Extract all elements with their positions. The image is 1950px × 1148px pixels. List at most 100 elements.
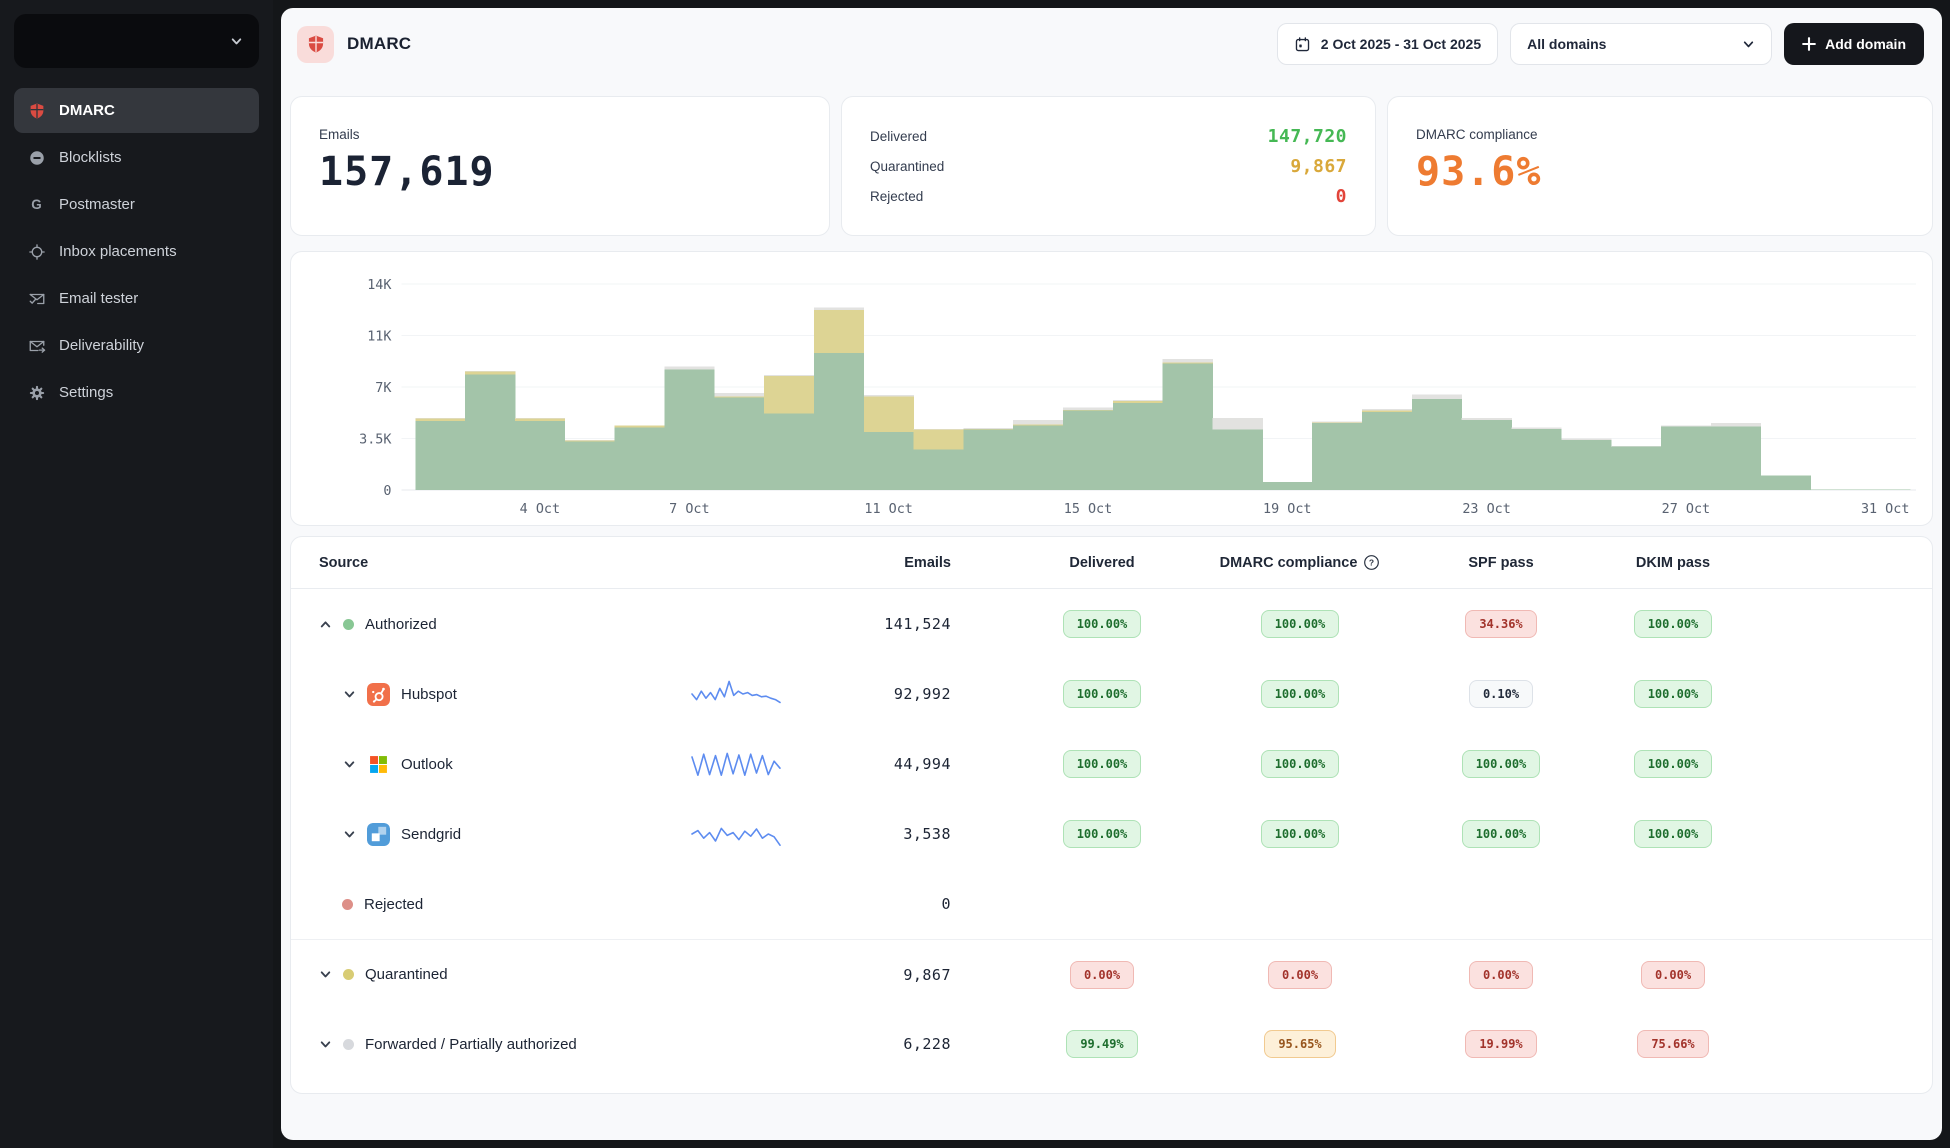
- bar-segment-delivered[interactable]: [914, 450, 964, 490]
- sidebar-item-dmarc[interactable]: DMARC: [14, 88, 259, 133]
- sidebar-item-settings[interactable]: Settings: [14, 370, 259, 415]
- bar-segment-other[interactable]: [515, 418, 565, 419]
- sidebar-item-inbox-placements[interactable]: Inbox placements: [14, 229, 259, 274]
- bar-segment-other[interactable]: [1412, 394, 1462, 398]
- bar-segment-quarantined[interactable]: [615, 426, 665, 428]
- bar-segment-other[interactable]: [1013, 420, 1063, 424]
- bar-segment-quarantined[interactable]: [1113, 401, 1163, 403]
- bar-segment-other[interactable]: [415, 418, 465, 419]
- bar-segment-other[interactable]: [864, 395, 914, 396]
- bar-segment-quarantined[interactable]: [864, 397, 914, 432]
- col-dkim-pass: DKIM pass: [1603, 555, 1743, 571]
- workspace-selector[interactable]: [14, 14, 259, 68]
- bar-segment-other[interactable]: [1661, 425, 1711, 426]
- domain-filter-select[interactable]: All domains: [1510, 23, 1772, 65]
- bar-segment-quarantined[interactable]: [1013, 425, 1063, 426]
- bar-segment-other[interactable]: [1611, 446, 1661, 447]
- bar-segment-other[interactable]: [914, 429, 964, 430]
- table-row-quarantined[interactable]: Quarantined 9,867 0.00% 0.00% 0.00% 0.00…: [291, 939, 1932, 1009]
- help-icon[interactable]: ?: [1363, 554, 1380, 571]
- stacked-bar-chart[interactable]: 03.5K7K11K14K4 Oct7 Oct11 Oct15 Oct19 Oc…: [291, 252, 1932, 524]
- shield-icon: [27, 101, 46, 120]
- bar-segment-other[interactable]: [1312, 422, 1362, 423]
- bar-segment-delivered[interactable]: [1262, 482, 1312, 490]
- bar-segment-other[interactable]: [963, 428, 1013, 429]
- bar-segment-other[interactable]: [1711, 423, 1761, 427]
- bar-segment-quarantined[interactable]: [1312, 422, 1362, 423]
- chevron-up-icon[interactable]: [319, 618, 332, 631]
- bar-segment-delivered[interactable]: [1163, 363, 1213, 490]
- bar-segment-other[interactable]: [1462, 418, 1512, 420]
- bar-segment-quarantined[interactable]: [814, 310, 864, 353]
- bar-segment-delivered[interactable]: [1362, 412, 1412, 490]
- bar-segment-quarantined[interactable]: [515, 419, 565, 421]
- bar-segment-other[interactable]: [1113, 400, 1163, 401]
- bar-segment-delivered[interactable]: [1611, 447, 1661, 490]
- bar-segment-other[interactable]: [1063, 408, 1113, 410]
- bar-segment-delivered[interactable]: [1512, 429, 1562, 490]
- bar-segment-delivered[interactable]: [415, 421, 465, 490]
- bar-segment-other[interactable]: [714, 393, 764, 397]
- table-row-forwarded[interactable]: Forwarded / Partially authorized 6,228 9…: [291, 1009, 1932, 1079]
- dmarc-badge: 0.00%: [1268, 961, 1332, 989]
- bar-segment-delivered[interactable]: [1213, 430, 1263, 490]
- table-row-sendgrid[interactable]: Sendgrid 3,538 100.00% 100.00% 100.00% 1…: [291, 799, 1932, 869]
- bar-segment-delivered[interactable]: [814, 353, 864, 490]
- chevron-down-icon[interactable]: [319, 968, 332, 981]
- chevron-down-icon[interactable]: [343, 688, 356, 701]
- bar-segment-delivered[interactable]: [515, 421, 565, 490]
- bar-segment-quarantined[interactable]: [914, 430, 964, 450]
- chevron-down-icon[interactable]: [319, 1038, 332, 1051]
- bar-segment-other[interactable]: [764, 375, 814, 376]
- add-domain-button[interactable]: Add domain: [1784, 23, 1924, 65]
- bar-segment-delivered[interactable]: [1462, 420, 1512, 490]
- bar-segment-quarantined[interactable]: [764, 376, 814, 414]
- bar-segment-other[interactable]: [1213, 418, 1263, 430]
- table-row-outlook[interactable]: Outlook 44,994 100.00% 100.00% 100.00% 1…: [291, 729, 1932, 799]
- chevron-down-icon[interactable]: [343, 758, 356, 771]
- table-row-rejected[interactable]: Rejected 0: [291, 869, 1932, 939]
- bar-segment-delivered[interactable]: [1810, 489, 1860, 490]
- bar-segment-delivered[interactable]: [1063, 411, 1113, 490]
- bar-segment-delivered[interactable]: [1312, 423, 1362, 490]
- table-row-authorized[interactable]: Authorized 141,524 100.00% 100.00% 34.36…: [291, 589, 1932, 659]
- bar-segment-delivered[interactable]: [1761, 475, 1811, 490]
- sidebar-item-blocklists[interactable]: Blocklists: [14, 135, 259, 180]
- bar-segment-delivered[interactable]: [1412, 399, 1462, 490]
- bar-segment-delivered[interactable]: [1661, 427, 1711, 490]
- bar-segment-other[interactable]: [664, 366, 714, 369]
- sidebar-item-email-tester[interactable]: Email tester: [14, 276, 259, 321]
- emails-chart[interactable]: 03.5K7K11K14K4 Oct7 Oct11 Oct15 Oct19 Oc…: [290, 251, 1933, 526]
- bar-segment-delivered[interactable]: [1113, 403, 1163, 490]
- bar-segment-other[interactable]: [814, 308, 864, 310]
- bar-segment-quarantined[interactable]: [1163, 363, 1213, 364]
- bar-segment-delivered[interactable]: [1561, 440, 1611, 490]
- bar-segment-delivered[interactable]: [764, 413, 814, 490]
- bar-segment-quarantined[interactable]: [415, 419, 465, 421]
- bar-segment-delivered[interactable]: [615, 427, 665, 490]
- bar-segment-quarantined[interactable]: [465, 372, 515, 375]
- bar-segment-quarantined[interactable]: [1063, 410, 1113, 411]
- bar-segment-quarantined[interactable]: [714, 397, 764, 398]
- bar-segment-other[interactable]: [1362, 409, 1412, 410]
- delivered-badge: 100.00%: [1063, 750, 1142, 778]
- chevron-down-icon[interactable]: [343, 828, 356, 841]
- sidebar-item-deliverability[interactable]: Deliverability: [14, 323, 259, 368]
- date-range-button[interactable]: 2 Oct 2025 - 31 Oct 2025: [1277, 23, 1498, 65]
- bar-segment-quarantined[interactable]: [565, 440, 615, 441]
- bar-segment-delivered[interactable]: [714, 397, 764, 490]
- bar-segment-quarantined[interactable]: [1362, 411, 1412, 412]
- bar-segment-other[interactable]: [1561, 439, 1611, 440]
- bar-segment-delivered[interactable]: [963, 430, 1013, 490]
- sidebar-item-postmaster[interactable]: G Postmaster: [14, 182, 259, 227]
- bar-segment-delivered[interactable]: [465, 374, 515, 490]
- table-row-hubspot[interactable]: Hubspot 92,992 100.00% 100.00% 0.10% 100…: [291, 659, 1932, 729]
- bar-segment-delivered[interactable]: [565, 441, 615, 490]
- bar-segment-delivered[interactable]: [864, 432, 914, 490]
- bar-segment-delivered[interactable]: [1711, 427, 1761, 490]
- bar-segment-other[interactable]: [465, 371, 515, 372]
- bar-segment-delivered[interactable]: [1013, 425, 1063, 490]
- bar-segment-delivered[interactable]: [664, 369, 714, 490]
- bar-segment-other[interactable]: [1163, 359, 1213, 363]
- bar-segment-other[interactable]: [1512, 427, 1562, 428]
